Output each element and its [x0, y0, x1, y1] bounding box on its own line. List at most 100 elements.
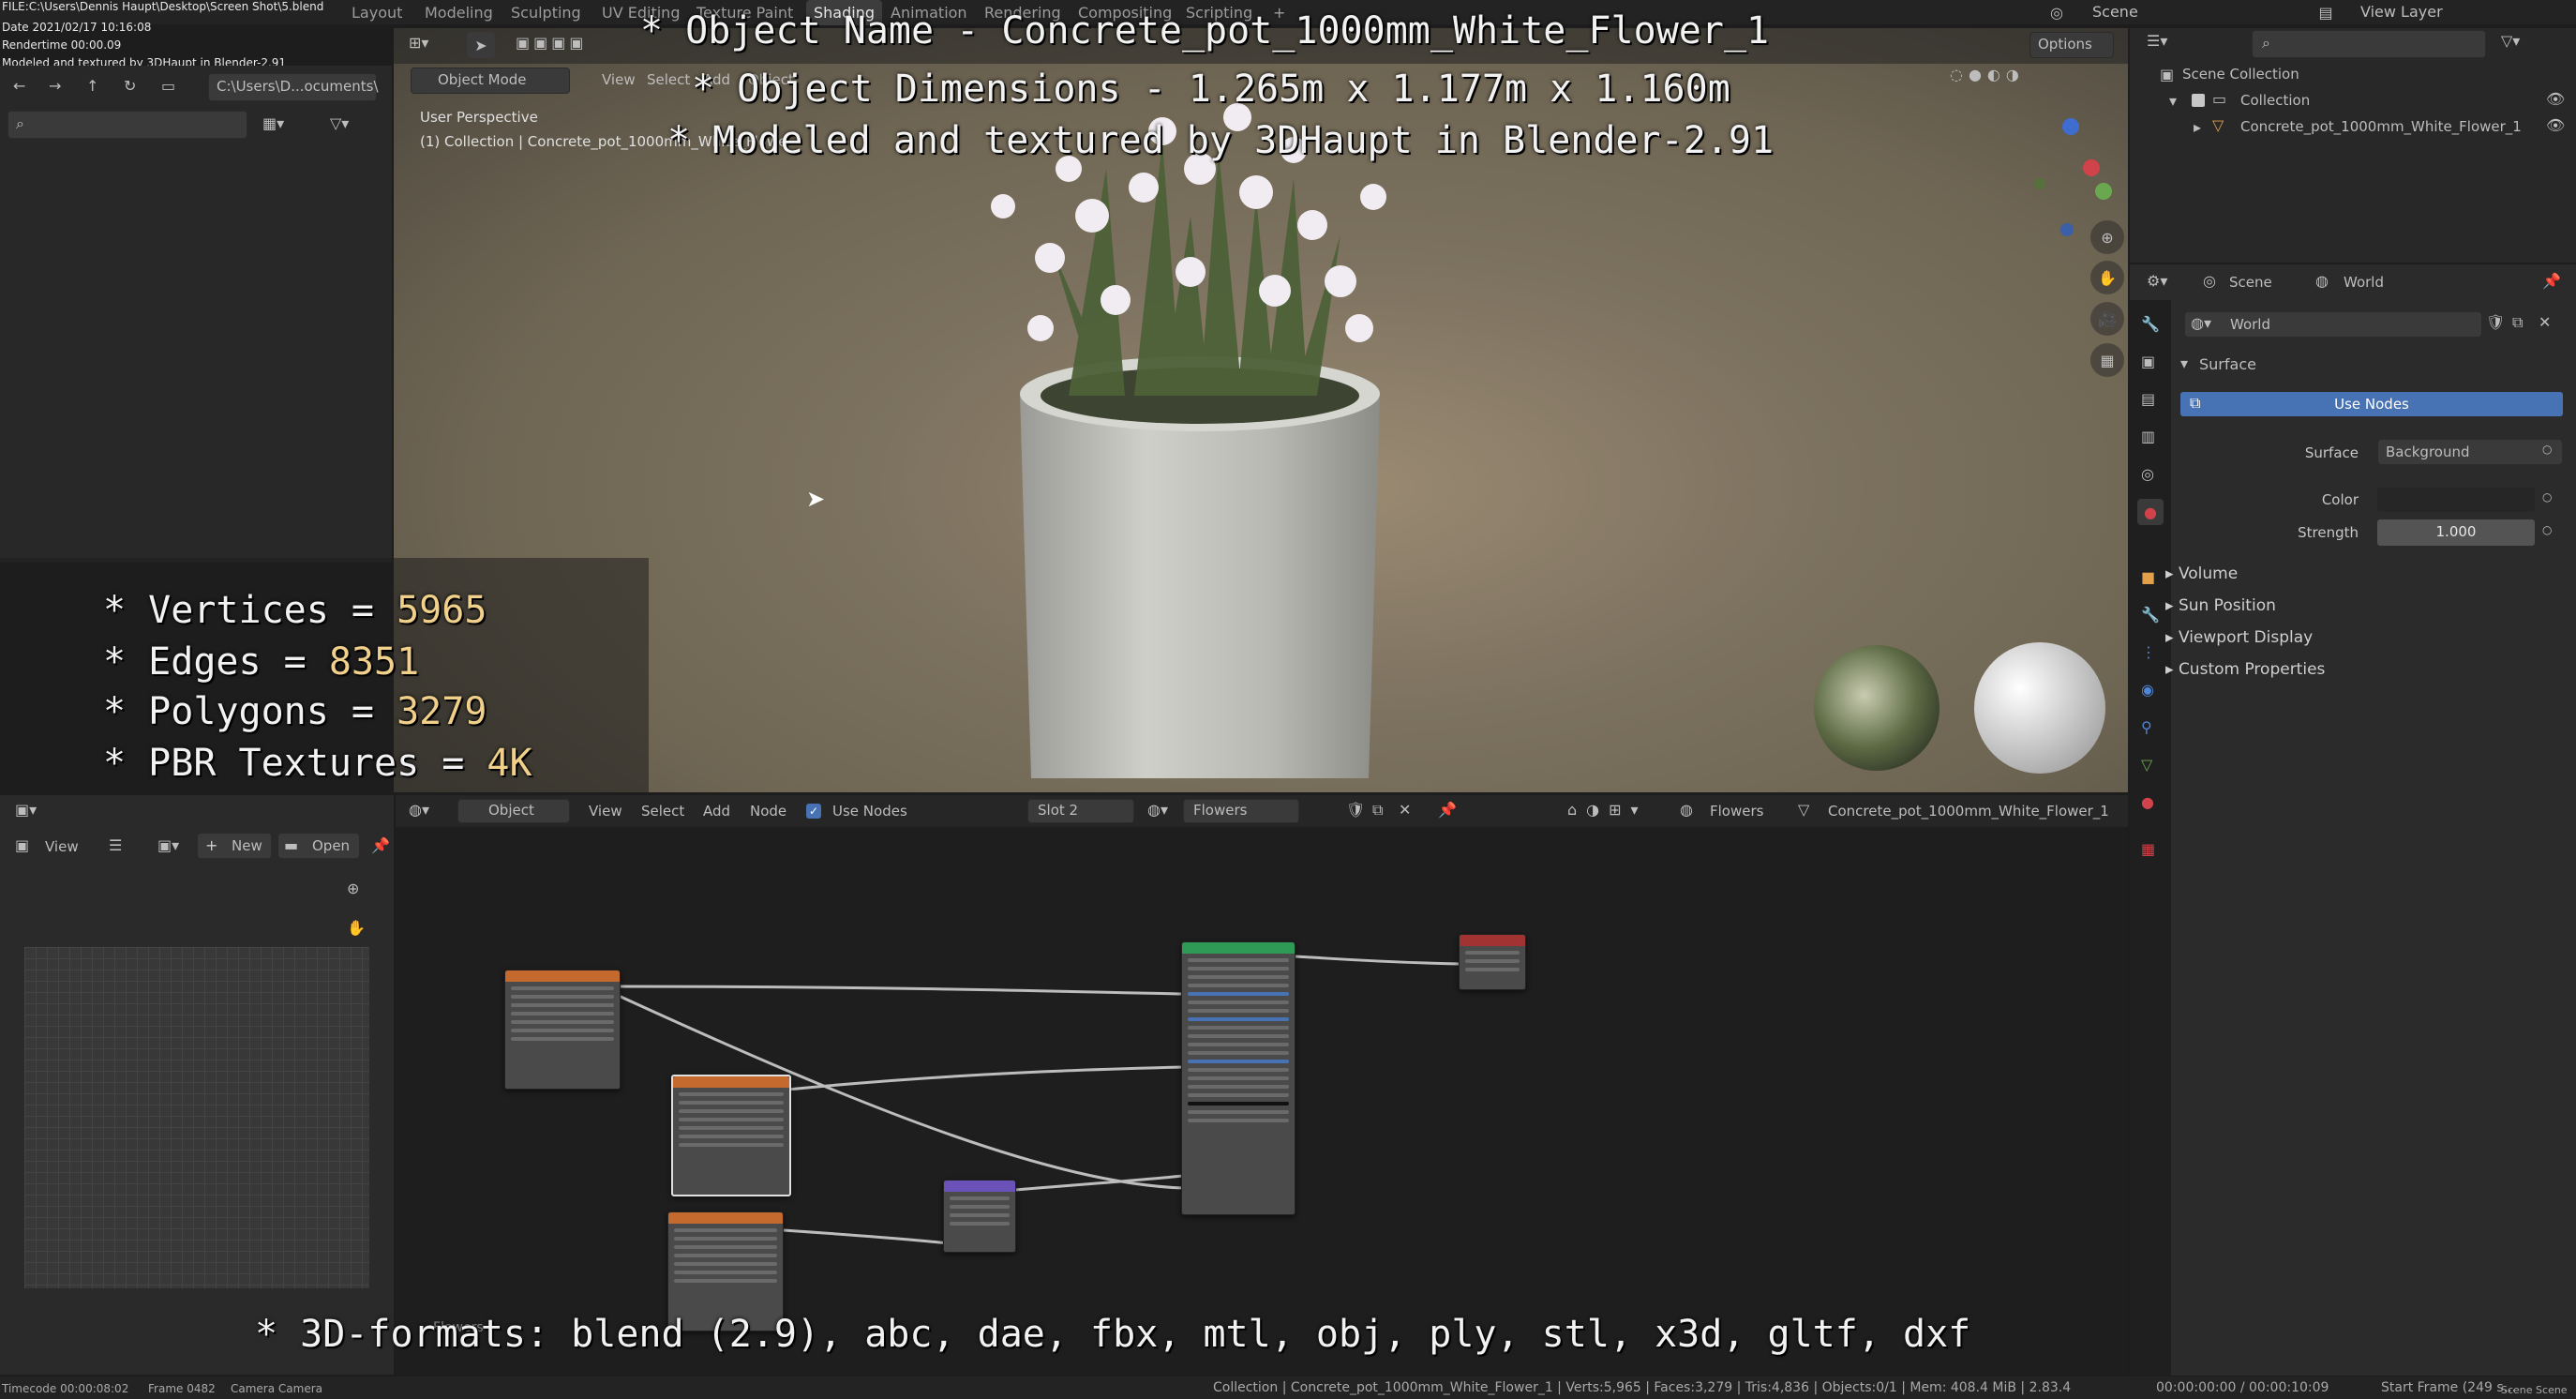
- constraints-tab-icon[interactable]: ⚲: [2141, 718, 2152, 736]
- scene-tab-icon[interactable]: ◎: [2141, 465, 2154, 483]
- outliner-object-label[interactable]: Concrete_pot_1000mm_White_Flower_1: [2240, 118, 2522, 135]
- navigation-gizmo[interactable]: [2006, 113, 2112, 236]
- tab-sculpting[interactable]: Sculpting: [511, 4, 581, 22]
- data-tab-icon[interactable]: ▽: [2141, 756, 2152, 774]
- collection-label[interactable]: Collection: [2240, 92, 2310, 109]
- material-name-field[interactable]: Flowers: [1183, 799, 1299, 823]
- duplicate-icon[interactable]: ⧉: [2512, 313, 2523, 332]
- collection-expand-icon[interactable]: ▾: [2169, 92, 2177, 110]
- breadcrumb-object[interactable]: Concrete_pot_1000mm_White_Flower_1: [1828, 803, 2109, 820]
- image-pin-icon[interactable]: 📌: [371, 836, 390, 854]
- node-snap-icons[interactable]: ⌂◑⊞▾: [1567, 801, 1648, 819]
- image-canvas[interactable]: [24, 947, 369, 1288]
- normal-map-node[interactable]: [943, 1180, 1016, 1253]
- fake-user-icon[interactable]: 🛡: [2486, 313, 2505, 331]
- node-pin-icon[interactable]: 📌: [1438, 801, 1457, 819]
- world-datablock-field[interactable]: ◍▾ World: [2184, 311, 2482, 338]
- node-menu-select[interactable]: Select: [641, 803, 684, 820]
- material-fake-user-icon[interactable]: 🛡: [1346, 801, 1365, 819]
- camera-view-icon[interactable]: 🎥: [2090, 302, 2124, 336]
- open-image-button[interactable]: ▬ Open: [277, 833, 360, 859]
- pan-hand-icon[interactable]: ✋: [2090, 261, 2124, 294]
- breadcrumb-scene[interactable]: Scene: [2229, 274, 2272, 291]
- collection-visibility-icon[interactable]: 👁: [2546, 90, 2565, 108]
- image-pan-icon[interactable]: ✋: [347, 919, 366, 937]
- forward-icon[interactable]: →: [49, 77, 61, 95]
- pin-icon[interactable]: 📌: [2542, 272, 2561, 290]
- color-socket-icon[interactable]: ○: [2542, 490, 2552, 504]
- viewport-display-panel[interactable]: ▸ Viewport Display: [2165, 628, 2313, 647]
- slot-selector[interactable]: Slot 2: [1027, 799, 1134, 823]
- use-nodes-button[interactable]: ⧉ Use Nodes: [2180, 392, 2563, 416]
- physics-tab-icon[interactable]: ◉: [2141, 681, 2154, 699]
- zoom-icon[interactable]: ⊕: [2090, 220, 2124, 254]
- display-mode-icon[interactable]: ▦▾: [262, 114, 284, 132]
- strength-field[interactable]: 1.000: [2377, 519, 2535, 546]
- principled-bsdf-node[interactable]: [1181, 941, 1295, 1215]
- unlink-icon[interactable]: ✕: [2539, 313, 2551, 331]
- image-mode-icon[interactable]: ▣: [15, 836, 29, 854]
- file-search-input[interactable]: ⌕: [7, 111, 247, 139]
- outliner-filter-icon[interactable]: ▽▾: [2501, 32, 2520, 50]
- outliner-search-input[interactable]: ⌕: [2252, 30, 2486, 58]
- parent-dir-icon[interactable]: ↑: [86, 77, 98, 95]
- outliner-editor-icon[interactable]: ☰▾: [2147, 32, 2167, 50]
- surface-socket-icon[interactable]: ○: [2542, 443, 2552, 456]
- ortho-grid-icon[interactable]: ▦: [2090, 343, 2124, 377]
- color-swatch[interactable]: [2377, 488, 2535, 512]
- strength-socket-icon[interactable]: ○: [2542, 523, 2552, 536]
- modifier-tab-icon[interactable]: 🔧: [2141, 606, 2160, 624]
- material-tab-icon[interactable]: ●: [2141, 793, 2154, 811]
- image-browse-icon[interactable]: ▣▾: [157, 836, 179, 854]
- scene-collection-label[interactable]: Scene Collection: [2182, 66, 2299, 83]
- material-duplicate-icon[interactable]: ⧉: [1372, 801, 1383, 820]
- options-button[interactable]: Options: [2029, 32, 2114, 58]
- back-icon[interactable]: ←: [13, 77, 25, 95]
- image-texture-node-2[interactable]: [671, 1075, 791, 1196]
- new-image-button[interactable]: + New: [197, 833, 272, 859]
- hamburger-icon[interactable]: ☰: [109, 836, 122, 854]
- select-tool-icon[interactable]: ➤: [467, 32, 495, 58]
- custom-properties-panel[interactable]: ▸ Custom Properties: [2165, 660, 2325, 679]
- properties-editor-icon[interactable]: ⚙▾: [2147, 272, 2167, 290]
- output-tab-icon[interactable]: ▤: [2141, 390, 2155, 408]
- select-mode-icons[interactable]: ▣▣▣▣: [516, 34, 587, 52]
- render-tab-icon[interactable]: ▣: [2141, 353, 2155, 370]
- image-texture-node-1[interactable]: [504, 970, 621, 1090]
- object-expand-icon[interactable]: ▸: [2194, 118, 2201, 136]
- breadcrumb-world[interactable]: World: [2344, 274, 2384, 291]
- filter-icon[interactable]: ▽▾: [330, 114, 349, 132]
- file-path-field[interactable]: C:\Users\D...ocuments\: [208, 73, 379, 101]
- volume-panel[interactable]: ▸ Volume: [2165, 564, 2238, 583]
- viewport-menu-view[interactable]: View: [602, 71, 636, 88]
- view-layer-selector[interactable]: View Layer: [2360, 3, 2443, 21]
- material-output-node[interactable]: [1459, 934, 1526, 990]
- node-menu-add[interactable]: Add: [703, 803, 730, 820]
- tab-layout[interactable]: Layout: [352, 4, 402, 22]
- mode-selector[interactable]: Object Mode: [411, 68, 570, 94]
- material-browse-icon[interactable]: ◍▾: [1147, 801, 1168, 819]
- new-folder-icon[interactable]: ▭: [161, 77, 175, 95]
- node-object-selector[interactable]: Object: [457, 799, 570, 823]
- world-tab-icon[interactable]: ●: [2137, 499, 2164, 525]
- refresh-icon[interactable]: ↻: [124, 77, 136, 95]
- tool-tab-icon[interactable]: 🔧: [2141, 315, 2160, 333]
- collection-checkbox[interactable]: [2192, 94, 2205, 107]
- viewport-menu-select[interactable]: Select: [647, 71, 690, 88]
- breadcrumb-material[interactable]: Flowers: [1710, 803, 1763, 820]
- node-menu-view[interactable]: View: [589, 803, 622, 820]
- tab-modeling[interactable]: Modeling: [425, 4, 493, 22]
- object-visibility-icon[interactable]: 👁: [2546, 116, 2565, 134]
- editor-type-icon[interactable]: ⊞▾: [409, 34, 428, 52]
- node-menu-node[interactable]: Node: [750, 803, 786, 820]
- image-zoom-icon[interactable]: ⊕: [347, 880, 359, 897]
- use-nodes-checkbox[interactable]: ✓: [806, 804, 821, 819]
- surface-shader-selector[interactable]: Background: [2377, 439, 2563, 465]
- image-editor-type-icon[interactable]: ▣▾: [15, 801, 37, 819]
- particles-tab-icon[interactable]: ⋮: [2141, 643, 2156, 661]
- image-view-menu[interactable]: View: [45, 838, 79, 855]
- scene-selector[interactable]: Scene: [2092, 3, 2138, 21]
- object-tab-icon[interactable]: ■: [2141, 568, 2155, 586]
- texture-tab-icon[interactable]: ▦: [2141, 840, 2155, 858]
- view-layer-tab-icon[interactable]: ▥: [2141, 428, 2155, 445]
